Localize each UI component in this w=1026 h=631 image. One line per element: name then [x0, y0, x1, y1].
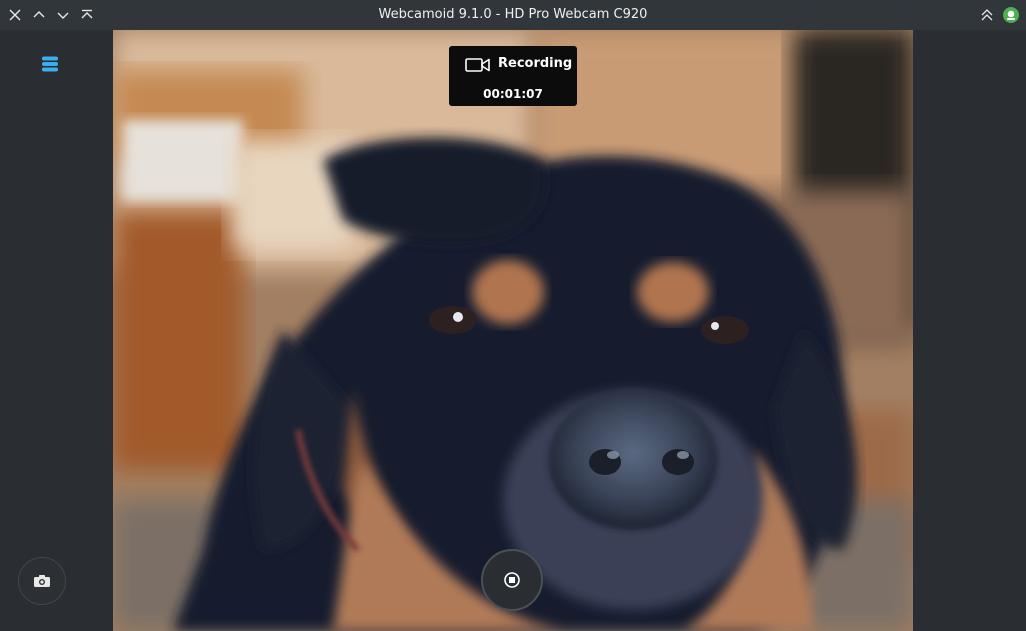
take-photo-button[interactable]: [18, 557, 66, 605]
webcam-frame-image: [113, 30, 913, 631]
hamburger-menu-icon[interactable]: [36, 50, 64, 78]
shade-up-icon[interactable]: [977, 5, 997, 25]
window-title: Webcamoid 9.1.0 - HD Pro Webcam C920: [378, 7, 648, 22]
recording-status-label: Recording: [498, 56, 573, 71]
stop-recording-button[interactable]: [481, 549, 543, 611]
stop-icon: [504, 572, 520, 588]
recording-elapsed-time: 00:01:07: [483, 87, 543, 101]
left-sidebar: [0, 30, 113, 631]
recording-indicator: Recording 00:01:07: [449, 46, 577, 106]
right-panel: [913, 30, 1026, 631]
webcam-video-feed: [113, 30, 913, 631]
title-bar: Webcamoid 9.1.0 - HD Pro Webcam C920: [0, 0, 1026, 30]
camera-icon: [34, 575, 50, 587]
app-tray-icon[interactable]: [1001, 5, 1021, 25]
video-camera-icon: [465, 58, 490, 72]
